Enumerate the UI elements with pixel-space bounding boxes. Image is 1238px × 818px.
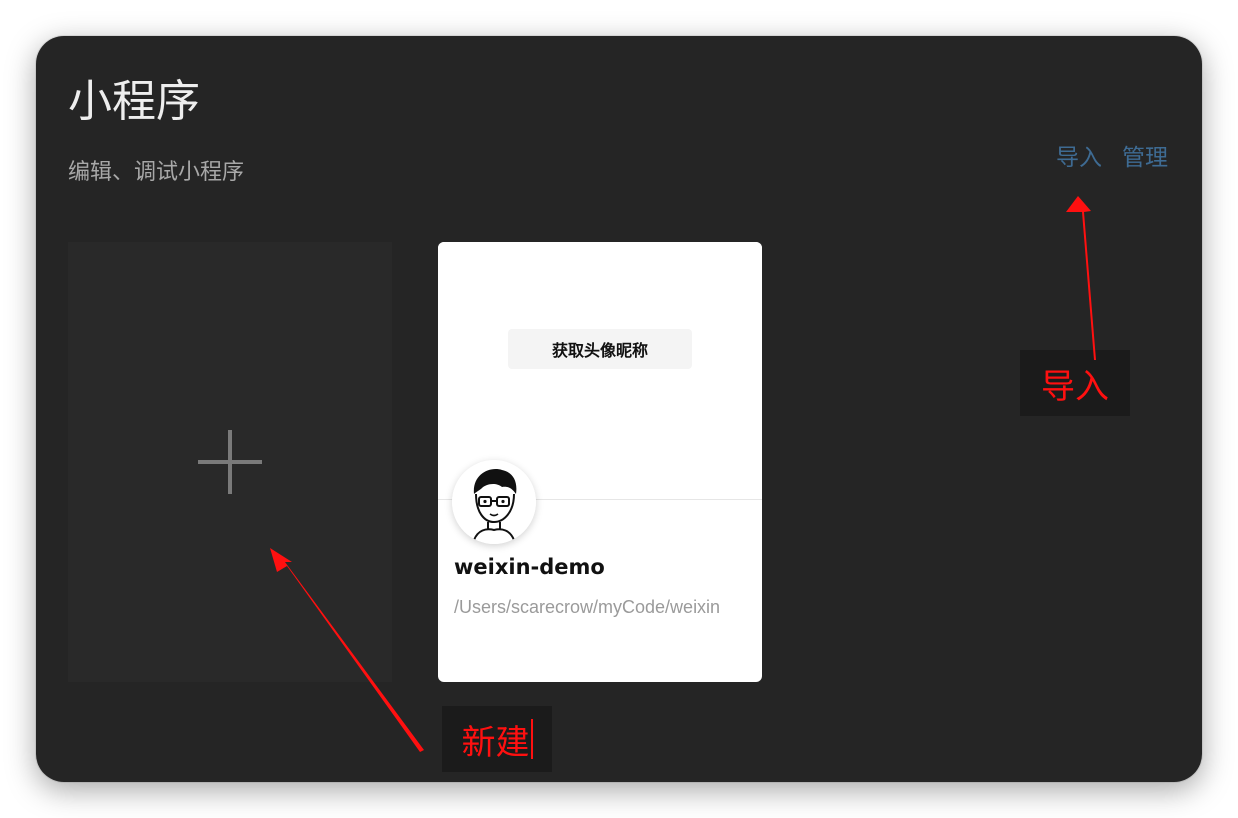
- top-actions: 导入 管理: [1056, 142, 1168, 174]
- cartoon-face-icon: [452, 460, 536, 544]
- new-project-card[interactable]: [68, 242, 392, 682]
- plus-icon: [198, 430, 262, 494]
- project-path: /Users/scarecrow/myCode/weixin: [454, 597, 721, 617]
- page-subtitle: 编辑、调试小程序: [68, 160, 245, 185]
- import-annotation: 导入: [1020, 350, 1130, 416]
- project-card[interactable]: 获取头像昵称 weixin-demo /Users/scarecrow/myCo…: [438, 242, 762, 682]
- manage-link[interactable]: 管理: [1122, 142, 1168, 174]
- new-annotation-label: 新建: [461, 722, 530, 763]
- avatar: [452, 460, 536, 544]
- new-annotation: 新建: [442, 706, 552, 772]
- text-cursor: [530, 719, 533, 759]
- project-name: weixin-demo: [454, 555, 605, 579]
- page-title: 小程序: [68, 76, 200, 127]
- import-link[interactable]: 导入: [1056, 142, 1102, 174]
- import-annotation-label: 导入: [1041, 366, 1109, 407]
- preview-get-avatar-button: 获取头像昵称: [508, 329, 692, 369]
